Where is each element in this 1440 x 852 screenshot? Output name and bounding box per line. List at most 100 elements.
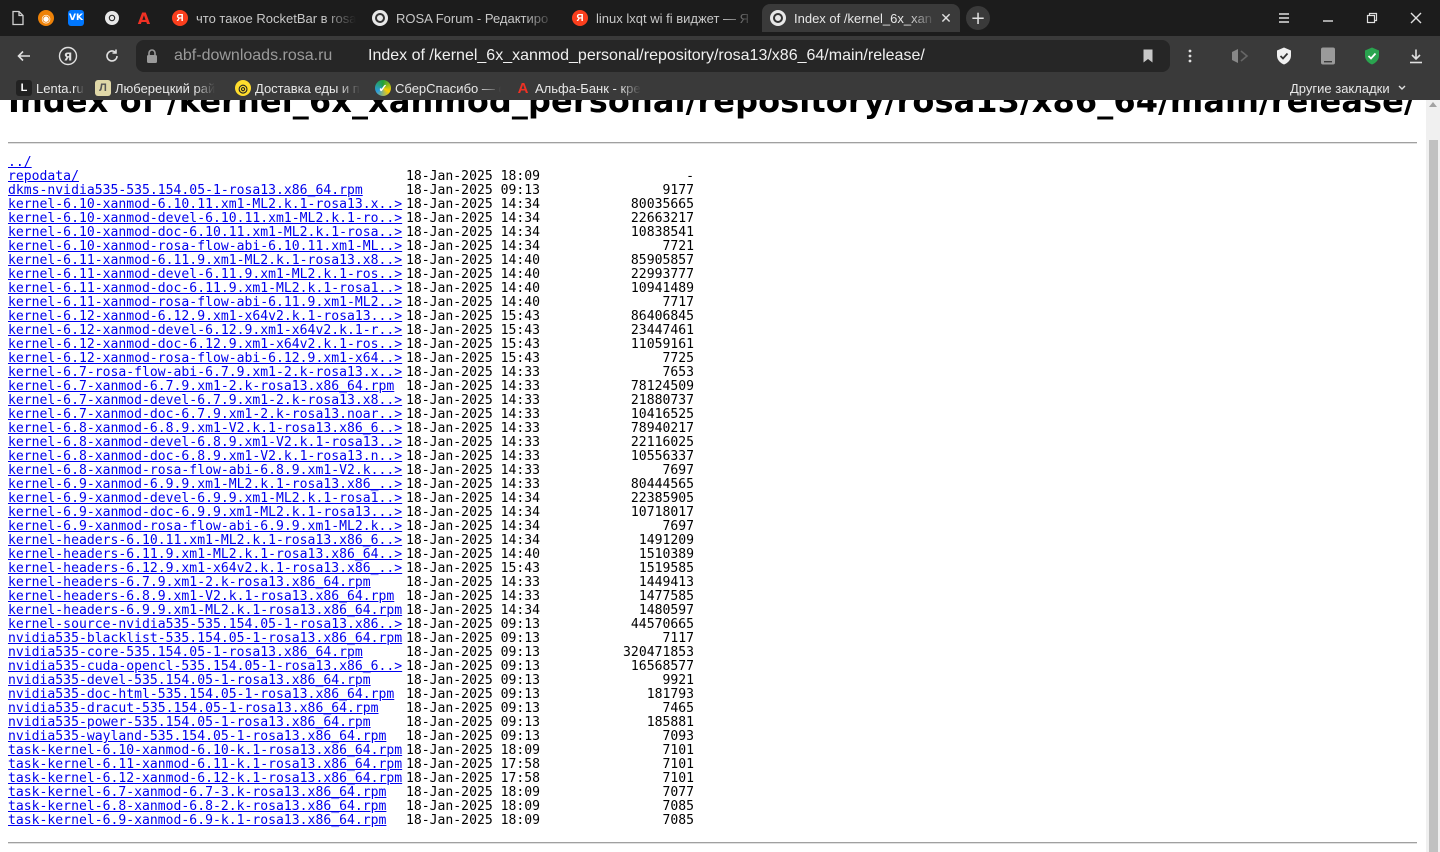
file-row: task-kernel-6.12-xanmod-6.12-k.1-rosa13.…: [8, 771, 694, 786]
bookmark-delivery[interactable]: ◎ Доставка еды и п: [235, 79, 361, 97]
more-menu-button[interactable]: [1178, 44, 1202, 68]
file-link[interactable]: kernel-headers-6.12.9.xm1-x64v2.k.1-rosa…: [8, 561, 402, 576]
file-link[interactable]: kernel-headers-6.8.9.xm1-V2.k.1-rosa13.x…: [8, 589, 394, 604]
pinned-tab-ok[interactable]: ◉: [34, 6, 58, 30]
tab-rosa-forum[interactable]: ROSA Forum - Редактиро: [364, 4, 560, 32]
file-link[interactable]: kernel-6.10-xanmod-devel-6.10.11.xm1-ML2…: [8, 211, 402, 226]
reader-button[interactable]: [1316, 44, 1340, 68]
file-size: 7117: [662, 631, 694, 646]
minimize-button[interactable]: [1316, 6, 1340, 30]
file-link[interactable]: kernel-6.7-xanmod-devel-6.7.9.xm1-2.k-ro…: [8, 393, 402, 408]
protect-button[interactable]: [1272, 44, 1296, 68]
pinned-tab-vk[interactable]: VK: [64, 6, 88, 30]
file-date: 18-Jan-2025 09:13: [406, 631, 541, 646]
file-link[interactable]: kernel-6.10-xanmod-rosa-flow-abi-6.10.11…: [8, 239, 402, 254]
file-link[interactable]: nvidia535-wayland-535.154.05-1-rosa13.x8…: [8, 729, 386, 744]
file-link[interactable]: task-kernel-6.12-xanmod-6.12-k.1-rosa13.…: [8, 771, 402, 786]
bookmark-alfa-bank[interactable]: A Альфа-Банк - кре: [515, 79, 641, 97]
new-tab-button[interactable]: +: [966, 6, 990, 30]
file-link[interactable]: dkms-nvidia535-535.154.05-1-rosa13.x86_6…: [8, 183, 363, 198]
file-link[interactable]: nvidia535-dracut-535.154.05-1-rosa13.x86…: [8, 701, 379, 716]
parent-directory-link[interactable]: ../: [8, 155, 32, 170]
file-link[interactable]: nvidia535-cuda-opencl-535.154.05-1-rosa1…: [8, 659, 402, 674]
file-link[interactable]: kernel-headers-6.9.9.xm1-ML2.k.1-rosa13.…: [8, 603, 402, 618]
file-link[interactable]: nvidia535-power-535.154.05-1-rosa13.x86_…: [8, 715, 371, 730]
file-link[interactable]: kernel-6.8-xanmod-rosa-flow-abi-6.8.9.xm…: [8, 463, 402, 478]
file-link[interactable]: kernel-6.12-xanmod-6.12.9.xm1-x64v2.k.1-…: [8, 309, 402, 324]
pinned-tab-document[interactable]: [6, 6, 30, 30]
lock-icon[interactable]: [144, 48, 160, 64]
file-link[interactable]: kernel-6.12-xanmod-devel-6.12.9.xm1-x64v…: [8, 323, 402, 338]
scroll-thumb[interactable]: [1429, 140, 1438, 852]
file-size: 22663217: [630, 211, 694, 226]
file-link[interactable]: kernel-6.12-xanmod-rosa-flow-abi-6.12.9.…: [8, 351, 402, 366]
file-link[interactable]: kernel-source-nvidia535-535.154.05-1-ros…: [8, 617, 402, 632]
file-link[interactable]: kernel-headers-6.7.9.xm1-2.k-rosa13.x86_…: [8, 575, 371, 590]
file-link[interactable]: nvidia535-blacklist-535.154.05-1-rosa13.…: [8, 631, 402, 646]
file-link[interactable]: kernel-headers-6.10.11.xm1-ML2.k.1-rosa1…: [8, 533, 402, 548]
file-link[interactable]: kernel-headers-6.11.9.xm1-ML2.k.1-rosa13…: [8, 547, 402, 562]
file-link[interactable]: kernel-6.11-xanmod-doc-6.11.9.xm1-ML2.k.…: [8, 281, 402, 296]
file-date: 18-Jan-2025 09:13: [406, 617, 541, 632]
file-link[interactable]: kernel-6.11-xanmod-rosa-flow-abi-6.11.9.…: [8, 295, 402, 310]
file-link[interactable]: repodata/: [8, 169, 79, 184]
file-link[interactable]: kernel-6.11-xanmod-6.11.9.xm1-ML2.k.1-ro…: [8, 253, 402, 268]
bookmark-lyubertsy[interactable]: Л Люберецкий рай: [95, 79, 223, 97]
file-link[interactable]: kernel-6.7-xanmod-doc-6.7.9.xm1-2.k-rosa…: [8, 407, 402, 422]
file-size: 320471853: [623, 645, 694, 660]
tab-menu-button[interactable]: [1272, 6, 1296, 30]
file-row: dkms-nvidia535-535.154.05-1-rosa13.x86_6…: [8, 183, 694, 198]
other-bookmarks-button[interactable]: Другие закладки: [1290, 79, 1410, 97]
reload-button[interactable]: [100, 44, 124, 68]
file-link[interactable]: kernel-6.10-xanmod-doc-6.10.11.xm1-ML2.k…: [8, 225, 402, 240]
yandex-button[interactable]: Я: [56, 44, 80, 68]
restore-button[interactable]: [1360, 6, 1384, 30]
file-link[interactable]: task-kernel-6.7-xanmod-6.7-3.k-rosa13.x8…: [8, 785, 386, 800]
downloads-button[interactable]: [1404, 44, 1428, 68]
file-link[interactable]: kernel-6.8-xanmod-6.8.9.xm1-V2.k.1-rosa1…: [8, 421, 402, 436]
file-link[interactable]: kernel-6.12-xanmod-doc-6.12.9.xm1-x64v2.…: [8, 337, 402, 352]
file-size: 21880737: [630, 393, 694, 408]
file-link[interactable]: kernel-6.10-xanmod-6.10.11.xm1-ML2.k.1-r…: [8, 197, 402, 212]
bookmark-lenta[interactable]: L Lenta.ru: [16, 79, 92, 97]
file-size: 7725: [662, 351, 694, 366]
tab-rocketbar[interactable]: Я что такое RocketBar в rosa: [164, 4, 360, 32]
file-date: 18-Jan-2025 14:33: [406, 575, 541, 590]
scroll-up-arrow-icon[interactable]: [1429, 102, 1437, 107]
file-link[interactable]: kernel-6.7-xanmod-6.7.9.xm1-2.k-rosa13.x…: [8, 379, 394, 394]
file-link[interactable]: nvidia535-core-535.154.05-1-rosa13.x86_6…: [8, 645, 363, 660]
address-bar[interactable]: abf-downloads.rosa.ru Index of /kernel_6…: [136, 40, 1170, 72]
bookmark-icon[interactable]: [1140, 48, 1156, 64]
vertical-scrollbar[interactable]: [1426, 100, 1440, 852]
file-link[interactable]: kernel-6.8-xanmod-doc-6.8.9.xm1-V2.k.1-r…: [8, 449, 402, 464]
file-link[interactable]: task-kernel-6.10-xanmod-6.10-k.1-rosa13.…: [8, 743, 402, 758]
close-tab-icon[interactable]: ✕: [936, 8, 956, 28]
tab-index-of-kernel[interactable]: Index of /kernel_6x_xan ✕: [762, 4, 960, 32]
back-button[interactable]: [12, 44, 36, 68]
file-link[interactable]: task-kernel-6.9-xanmod-6.9-k.1-rosa13.x8…: [8, 813, 386, 828]
close-window-button[interactable]: [1404, 6, 1428, 30]
file-link[interactable]: nvidia535-doc-html-535.154.05-1-rosa13.x…: [8, 687, 394, 702]
pinned-tab-chromium[interactable]: [100, 6, 124, 30]
file-row: kernel-6.10-xanmod-devel-6.10.11.xm1-ML2…: [8, 211, 694, 226]
alice-button[interactable]: [1228, 44, 1252, 68]
file-size: 22385905: [630, 491, 694, 506]
file-link[interactable]: nvidia535-devel-535.154.05-1-rosa13.x86_…: [8, 673, 371, 688]
file-row: kernel-6.11-xanmod-doc-6.11.9.xm1-ML2.k.…: [8, 281, 694, 296]
file-link[interactable]: kernel-6.9-xanmod-6.9.9.xm1-ML2.k.1-rosa…: [8, 477, 402, 492]
file-link[interactable]: task-kernel-6.8-xanmod-6.8-2.k-rosa13.x8…: [8, 799, 386, 814]
file-link[interactable]: kernel-6.9-xanmod-rosa-flow-abi-6.9.9.xm…: [8, 519, 402, 534]
file-date: 18-Jan-2025 14:34: [406, 519, 541, 534]
file-row: task-kernel-6.11-xanmod-6.11-k.1-rosa13.…: [8, 757, 694, 772]
file-link[interactable]: task-kernel-6.11-xanmod-6.11-k.1-rosa13.…: [8, 757, 402, 772]
pinned-tab-alfa[interactable]: A: [132, 6, 156, 30]
file-link[interactable]: kernel-6.7-rosa-flow-abi-6.7.9.xm1-2.k-r…: [8, 365, 402, 380]
file-link[interactable]: kernel-6.9-xanmod-devel-6.9.9.xm1-ML2.k.…: [8, 491, 402, 506]
file-link[interactable]: kernel-6.11-xanmod-devel-6.11.9.xm1-ML2.…: [8, 267, 402, 282]
bookmark-sberspasibo[interactable]: ✓ СберСпасибо — с: [375, 79, 501, 97]
adblock-button[interactable]: [1360, 44, 1384, 68]
tab-lxqt-widget[interactable]: Я linux lxqt wi fi виджет — Я: [564, 4, 760, 32]
file-link[interactable]: kernel-6.9-xanmod-doc-6.9.9.xm1-ML2.k.1-…: [8, 505, 402, 520]
file-link[interactable]: kernel-6.8-xanmod-devel-6.8.9.xm1-V2.k.1…: [8, 435, 402, 450]
file-row: kernel-headers-6.7.9.xm1-2.k-rosa13.x86_…: [8, 575, 694, 590]
